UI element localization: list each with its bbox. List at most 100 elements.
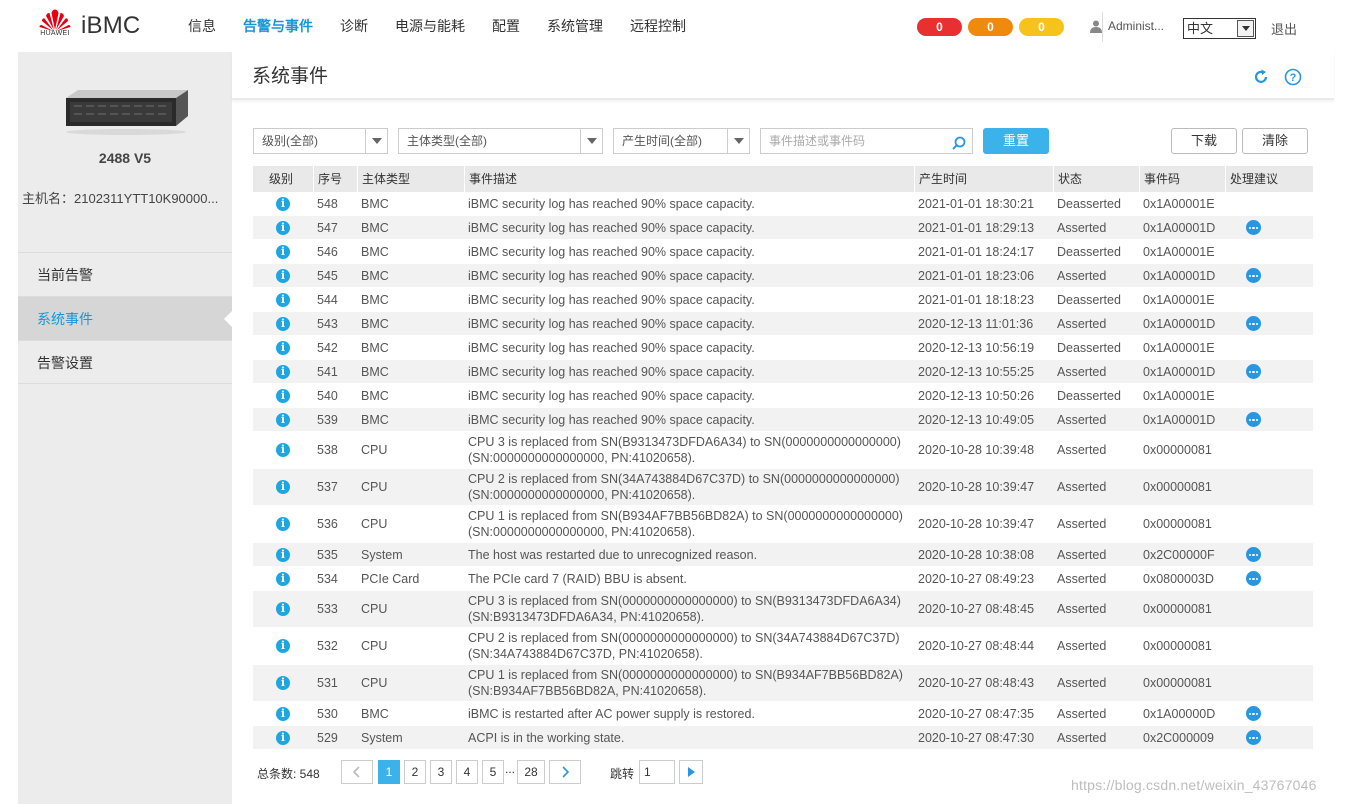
level-cell: i xyxy=(253,628,313,664)
more-icon[interactable] xyxy=(1246,412,1261,427)
table-row[interactable]: i 542 BMC iBMC security log has reached 90%… xyxy=(253,336,1313,360)
subject-type: System xyxy=(361,547,403,562)
more-icon[interactable] xyxy=(1246,364,1261,379)
event-id: 532 xyxy=(317,639,338,653)
prev-page-button[interactable] xyxy=(341,760,373,784)
column-header: 主体类型 xyxy=(357,166,464,192)
reset-button[interactable]: 重置 xyxy=(983,128,1049,154)
subject-type-filter[interactable]: 主体类型(全部) xyxy=(398,128,603,154)
page-button-1[interactable]: 1 xyxy=(378,760,400,784)
subject-type: BMC xyxy=(361,220,389,235)
event-code: 0x1A00001E xyxy=(1143,196,1215,211)
chevron-down-icon xyxy=(365,129,387,153)
event-description: iBMC security log has reached 90% space … xyxy=(468,364,755,379)
alarm-badge-minor[interactable]: 0 xyxy=(1019,18,1064,36)
event-description: iBMC security log has reached 90% space … xyxy=(468,220,755,235)
event-code: 0x00000081 xyxy=(1143,480,1212,494)
event-description: iBMC security log has reached 90% space … xyxy=(468,340,755,355)
event-status: Asserted xyxy=(1057,220,1107,235)
more-icon[interactable] xyxy=(1246,316,1261,331)
page-button-4[interactable]: 4 xyxy=(456,760,478,784)
next-page-button[interactable] xyxy=(549,760,581,784)
table-row[interactable]: i 539 BMC iBMC security log has reached 90%… xyxy=(253,408,1313,432)
page-button-2[interactable]: 2 xyxy=(404,760,426,784)
search-icon[interactable] xyxy=(952,134,966,150)
nav-item-6[interactable]: 远程控制 xyxy=(630,16,686,36)
table-row[interactable]: i 532 CPU CPU 2 is replaced from SN(0000000… xyxy=(253,628,1313,665)
event-status: Asserted xyxy=(1057,412,1107,427)
help-icon[interactable]: ? xyxy=(1284,68,1302,86)
nav-item-3[interactable]: 电源与能耗 xyxy=(395,16,465,36)
table-row[interactable]: i 544 BMC iBMC security log has reached 90%… xyxy=(253,288,1313,312)
table-row[interactable]: i 538 CPU CPU 3 is replaced from SN(B931347… xyxy=(253,432,1313,469)
more-icon[interactable] xyxy=(1246,730,1261,745)
level-cell: i xyxy=(253,312,313,335)
nav-item-2[interactable]: 诊断 xyxy=(340,16,368,36)
event-id: 545 xyxy=(317,268,338,283)
event-id: 543 xyxy=(317,316,338,331)
sidebar-item-2[interactable]: 告警设置 xyxy=(18,340,232,384)
clear-button[interactable]: 清除 xyxy=(1242,128,1308,154)
page-title: 系统事件 xyxy=(252,66,329,87)
table-row[interactable]: i 536 CPU CPU 1 is replaced from SN(B934AF7… xyxy=(253,506,1313,543)
subject-type: BMC xyxy=(361,268,389,283)
table-row[interactable]: i 529 System ACPI is in the working state. 2… xyxy=(253,726,1313,750)
table-row[interactable]: i 530 BMC iBMC is restarted after AC power … xyxy=(253,702,1313,726)
page-ellipsis: ... xyxy=(505,762,516,776)
sidebar-item-0[interactable]: 当前告警 xyxy=(18,252,232,296)
event-status: Asserted xyxy=(1057,676,1107,690)
jump-page-input[interactable]: 1 xyxy=(639,760,675,784)
event-status: Asserted xyxy=(1057,639,1107,653)
event-time: 2020-12-13 11:01:36 xyxy=(918,316,1034,331)
suggestion-cell xyxy=(1225,506,1313,542)
suggestion-cell xyxy=(1225,192,1313,215)
page-button-5[interactable]: 5 xyxy=(482,760,504,784)
more-icon[interactable] xyxy=(1246,706,1261,721)
page-button-3[interactable]: 3 xyxy=(430,760,452,784)
alarm-badge-critical[interactable]: 0 xyxy=(917,18,962,36)
level-cell: i xyxy=(253,543,313,566)
jump-go-button[interactable] xyxy=(679,760,703,784)
table-row[interactable]: i 540 BMC iBMC security log has reached 90%… xyxy=(253,384,1313,408)
info-icon: i xyxy=(276,571,290,586)
alarm-badge-major[interactable]: 0 xyxy=(968,18,1013,36)
event-status: Asserted xyxy=(1057,364,1107,379)
info-icon: i xyxy=(276,220,290,235)
level-filter[interactable]: 级别(全部) xyxy=(253,128,388,154)
table-row[interactable]: i 545 BMC iBMC security log has reached 90%… xyxy=(253,264,1313,288)
language-select[interactable]: 中文 xyxy=(1183,18,1256,39)
event-time: 2020-10-28 10:38:08 xyxy=(918,547,1035,562)
svg-text:?: ? xyxy=(1290,72,1297,84)
more-icon[interactable] xyxy=(1246,220,1261,235)
nav-item-1[interactable]: 告警与事件 xyxy=(243,16,313,36)
level-cell: i xyxy=(253,469,313,505)
more-icon[interactable] xyxy=(1246,268,1261,283)
table-row[interactable]: i 535 System The host was restarted due to … xyxy=(253,543,1313,567)
search-input[interactable]: 事件描述或事件码 xyxy=(760,128,973,154)
table-row[interactable]: i 548 BMC iBMC security log has reached 90%… xyxy=(253,192,1313,216)
download-button[interactable]: 下载 xyxy=(1171,128,1237,154)
table-row[interactable]: i 546 BMC iBMC security log has reached 90%… xyxy=(253,240,1313,264)
page-button-last[interactable]: 28 xyxy=(517,760,545,784)
table-row[interactable]: i 537 CPU CPU 2 is replaced from SN(34A7438… xyxy=(253,469,1313,506)
brand-logo[interactable]: HUAWEI iBMC xyxy=(38,9,168,43)
nav-item-5[interactable]: 系统管理 xyxy=(547,16,603,36)
event-time: 2020-12-13 10:49:05 xyxy=(918,412,1035,427)
table-row[interactable]: i 547 BMC iBMC security log has reached 90%… xyxy=(253,216,1313,240)
table-row[interactable]: i 534 PCIe Card The PCIe card 7 (RAID) BBU … xyxy=(253,567,1313,591)
event-code: 0x00000081 xyxy=(1143,517,1212,531)
table-row[interactable]: i 533 CPU CPU 3 is replaced from SN(0000000… xyxy=(253,591,1313,628)
event-description: CPU 2 is replaced from SN(34A743884D67C3… xyxy=(468,472,900,502)
table-row[interactable]: i 531 CPU CPU 1 is replaced from SN(0000000… xyxy=(253,665,1313,702)
nav-item-0[interactable]: 信息 xyxy=(188,16,216,36)
table-row[interactable]: i 543 BMC iBMC security log has reached 90%… xyxy=(253,312,1313,336)
sidebar-item-1[interactable]: 系统事件 xyxy=(18,296,233,340)
table-row[interactable]: i 541 BMC iBMC security log has reached 90%… xyxy=(253,360,1313,384)
user-menu[interactable]: Administ... xyxy=(1090,19,1164,33)
more-icon[interactable] xyxy=(1246,547,1261,562)
more-icon[interactable] xyxy=(1246,571,1261,586)
nav-item-4[interactable]: 配置 xyxy=(492,16,520,36)
refresh-icon[interactable] xyxy=(1252,68,1270,86)
time-filter[interactable]: 产生时间(全部) xyxy=(613,128,750,154)
logout-link[interactable]: 退出 xyxy=(1271,19,1297,38)
